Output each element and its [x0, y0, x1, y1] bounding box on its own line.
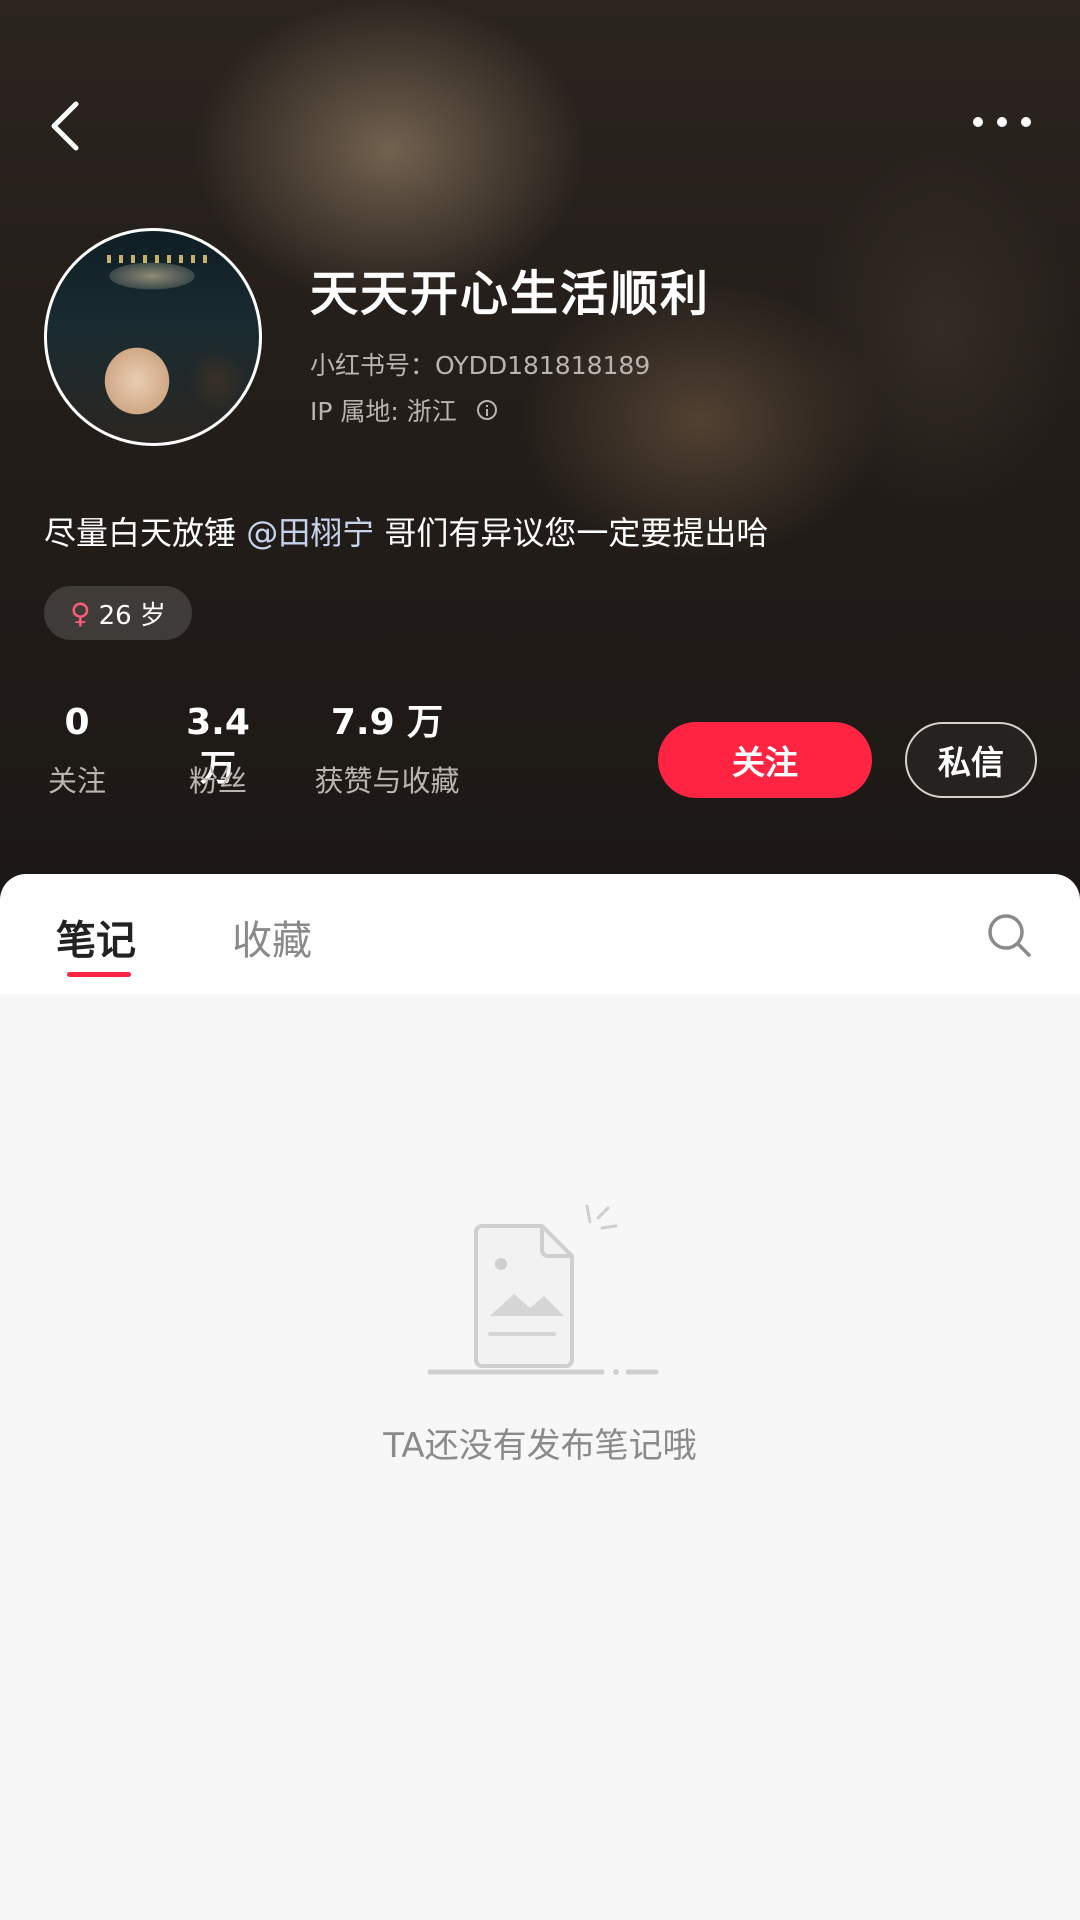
age-badge: ♀ 26 岁	[44, 586, 192, 640]
tab-notes[interactable]: 笔记	[56, 908, 136, 966]
ip-location: IP 属地: 浙江	[310, 397, 457, 426]
stat-likes-collects-value: 7.9 万	[330, 702, 444, 743]
stat-following[interactable]: 0 关注	[44, 700, 110, 800]
tab-collections[interactable]: 收藏	[232, 908, 312, 966]
active-tab-indicator	[67, 972, 131, 977]
avatar[interactable]	[44, 228, 262, 446]
more-icon[interactable]	[970, 112, 1034, 132]
avatar-image-detail	[107, 255, 207, 263]
bio: 尽量白天放锤 @田栩宁 哥们有异议您一定要提出哈	[44, 508, 768, 554]
age-label: 26 岁	[98, 600, 166, 631]
message-button[interactable]: 私信	[905, 722, 1037, 798]
stat-followers-value: 3.4 万	[186, 702, 250, 789]
tab-bar: 笔记 收藏	[0, 874, 1080, 994]
stat-likes-collects-label: 获赞与收藏	[314, 764, 460, 798]
search-icon[interactable]	[986, 912, 1032, 958]
username: 天天开心生活顺利	[310, 266, 711, 322]
empty-state-message: TA还没有发布笔记哦	[383, 1426, 697, 1466]
info-icon[interactable]	[476, 400, 497, 420]
stat-likes-collects[interactable]: 7.9 万 获赞与收藏	[302, 700, 472, 800]
stat-followers-label: 粉丝	[188, 764, 247, 798]
stat-following-value: 0	[64, 702, 90, 743]
stat-followers[interactable]: 3.4 万 粉丝	[168, 700, 268, 800]
empty-notes-illustration	[427, 1204, 659, 1375]
female-icon: ♀	[70, 596, 91, 630]
bio-mention-link[interactable]: @田栩宁	[246, 514, 374, 552]
ip-location-row: IP 属地: 浙江	[310, 392, 497, 428]
back-icon[interactable]	[44, 98, 88, 154]
xhs-id: 小红书号：OYDD181818189	[310, 351, 651, 380]
bio-text-suffix: 哥们有异议您一定要提出哈	[374, 514, 769, 552]
bio-text-prefix: 尽量白天放锤	[44, 514, 247, 552]
follow-button[interactable]: 关注	[658, 722, 872, 798]
stat-following-label: 关注	[47, 764, 106, 798]
